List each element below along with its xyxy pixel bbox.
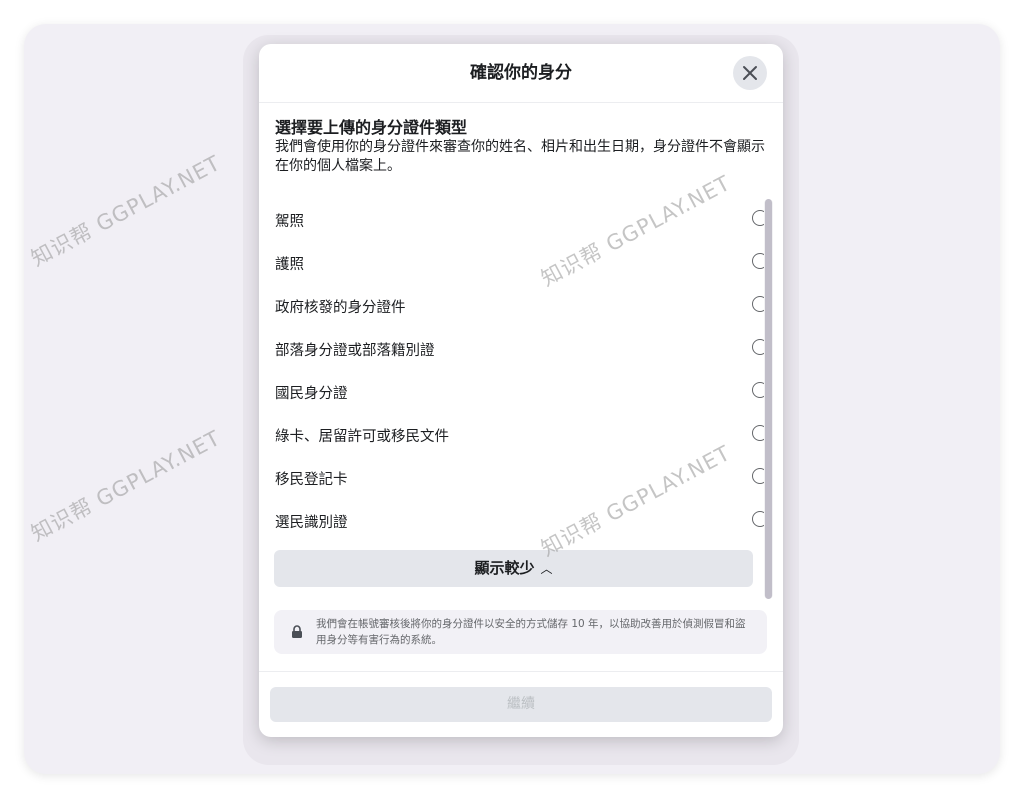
- option-label: 國民身分證: [275, 386, 348, 402]
- option-label: 移民登記卡: [275, 472, 348, 488]
- lock-icon: [292, 625, 302, 638]
- show-less-button[interactable]: 顯示較少 ︿: [274, 550, 753, 587]
- option-label: 政府核發的身分證件: [275, 300, 406, 316]
- scrollbar[interactable]: [764, 199, 773, 599]
- option-government-id[interactable]: 政府核發的身分證件: [275, 284, 768, 327]
- notice-text: 我們會在帳號審核後將你的身分證件以安全的方式儲存 10 年，以協助改善用於偵測假…: [316, 618, 746, 646]
- option-tribal-id[interactable]: 部落身分證或部落籍別證: [275, 327, 768, 370]
- scrollbar-thumb[interactable]: [765, 199, 772, 599]
- option-label: 綠卡、居留許可或移民文件: [275, 429, 449, 445]
- option-label: 駕照: [275, 214, 304, 230]
- storage-notice: 我們會在帳號審核後將你的身分證件以安全的方式儲存 10 年，以協助改善用於偵測假…: [274, 610, 767, 654]
- dialog-header: 確認你的身分: [259, 44, 783, 103]
- chevron-up-icon: ︿: [540, 562, 553, 576]
- option-label: 選民識別證: [275, 515, 348, 531]
- option-passport[interactable]: 護照: [275, 241, 768, 284]
- option-label: 部落身分證或部落籍別證: [275, 343, 435, 359]
- dialog-footer: 繼續: [259, 671, 783, 737]
- dialog-title: 確認你的身分: [470, 63, 572, 83]
- verify-identity-dialog: 確認你的身分 選擇要上傳的身分證件類型 我們會使用你的身分證件來審查你的姓名、相…: [259, 44, 783, 737]
- continue-button[interactable]: 繼續: [270, 687, 772, 722]
- option-national-id[interactable]: 國民身分證: [275, 370, 768, 413]
- option-voter-id[interactable]: 選民識別證: [275, 499, 768, 542]
- close-icon: [743, 66, 757, 80]
- close-button[interactable]: [733, 56, 767, 90]
- option-green-card[interactable]: 綠卡、居留許可或移民文件: [275, 413, 768, 456]
- show-less-label: 顯示較少: [474, 559, 535, 577]
- section-description: 我們會使用你的身分證件來審查你的姓名、相片和出生日期，身分證件不會顯示在你的個人…: [275, 139, 765, 174]
- section-title: 選擇要上傳的身分證件類型: [275, 118, 468, 137]
- option-label: 護照: [275, 257, 304, 273]
